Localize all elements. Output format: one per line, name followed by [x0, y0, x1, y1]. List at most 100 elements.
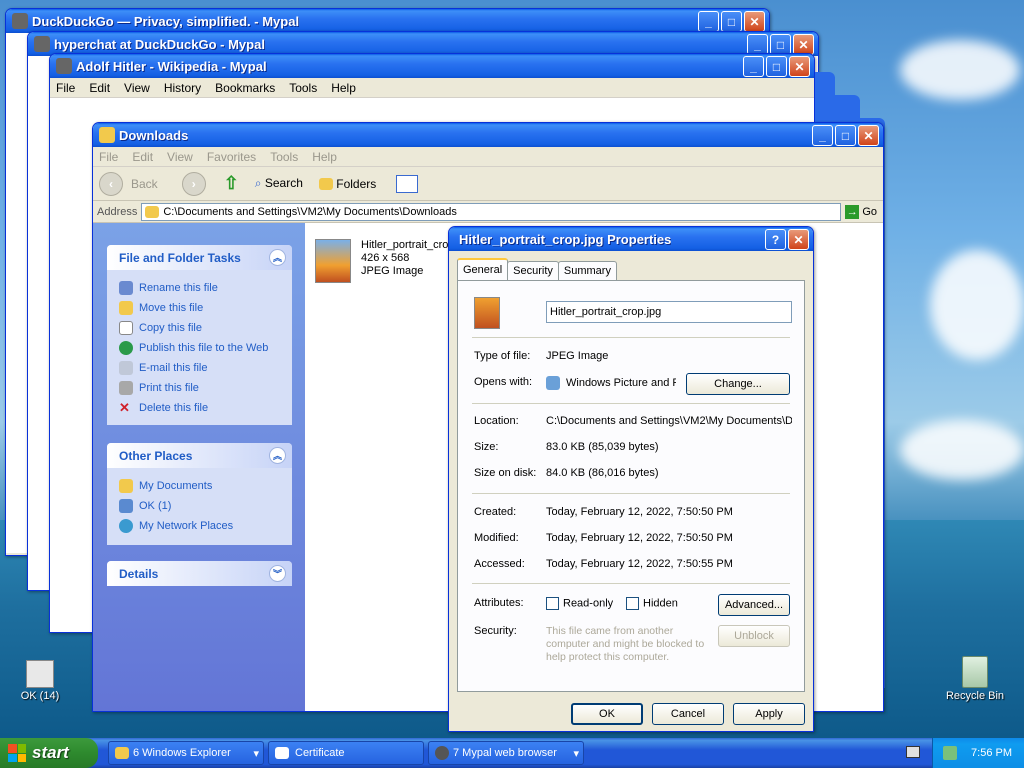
collapse-chevron-icon[interactable]: ︽ [269, 249, 286, 266]
menu-tools[interactable]: Tools [270, 150, 298, 164]
panel-header[interactable]: Details ︾ [107, 561, 292, 586]
type-label: Type of file: [474, 350, 531, 362]
task-print[interactable]: Print this file [119, 378, 292, 398]
tab-summary[interactable]: Summary [557, 261, 617, 280]
keyboard-icon[interactable] [906, 746, 920, 758]
window-title: Adolf Hitler - Wikipedia - Mypal [76, 58, 267, 74]
place-my-documents[interactable]: My Documents [119, 476, 292, 496]
close-button[interactable]: ✕ [744, 11, 765, 32]
apply-button[interactable]: Apply [733, 703, 805, 725]
menu-bookmarks[interactable]: Bookmarks [215, 81, 275, 95]
panel-title: Details [119, 566, 159, 581]
folder-icon [318, 178, 333, 191]
menu-history[interactable]: History [164, 81, 201, 95]
close-button[interactable]: ✕ [788, 229, 809, 250]
task-email[interactable]: E-mail this file [119, 358, 292, 378]
panel-title: File and Folder Tasks [119, 250, 241, 265]
maximize-button[interactable]: □ [835, 125, 856, 146]
desktop-icon-label: Recycle Bin [945, 690, 1005, 702]
group-arrow-icon: ▾ [573, 747, 579, 760]
menu-edit[interactable]: Edit [89, 81, 110, 95]
filename-input[interactable]: Hitler_portrait_crop.jpg [546, 301, 792, 323]
menu-tools[interactable]: Tools [289, 81, 317, 95]
up-folder-icon[interactable]: ⇧ [224, 173, 239, 194]
delete-x-icon: ✕ [119, 400, 130, 415]
task-move[interactable]: Move this file [119, 298, 292, 318]
go-button[interactable]: → Go [845, 204, 877, 219]
minimize-button[interactable]: _ [747, 34, 768, 55]
back-button[interactable]: Back [131, 177, 158, 191]
created-value: Today, February 12, 2022, 7:50:50 PM [546, 506, 733, 518]
close-button[interactable]: ✕ [858, 125, 879, 146]
change-button[interactable]: Change... [686, 373, 790, 395]
expand-chevron-icon[interactable]: ︾ [269, 565, 286, 582]
menu-view[interactable]: View [167, 150, 193, 164]
readonly-checkbox[interactable]: Read-only [546, 597, 613, 610]
maximize-button[interactable]: □ [770, 34, 791, 55]
titlebar[interactable]: DuckDuckGo — Privacy, simplified. - Mypa… [6, 9, 769, 33]
window-title: DuckDuckGo — Privacy, simplified. - Mypa… [32, 13, 300, 29]
email-icon [119, 361, 133, 375]
desktop-icon-recycle-bin[interactable]: Recycle Bin [942, 656, 1008, 702]
clock[interactable]: 7:56 PM [971, 747, 1012, 759]
views-icon[interactable] [396, 174, 419, 193]
file-item[interactable]: Hitler_portrait_cro 426 x 568 JPEG Image [315, 239, 448, 283]
minimize-button[interactable]: _ [743, 56, 764, 77]
collapse-chevron-icon[interactable]: ︽ [269, 447, 286, 464]
menu-help[interactable]: Help [331, 81, 356, 95]
maximize-button[interactable]: □ [766, 56, 787, 77]
address-bar: Address C:\Documents and Settings\VM2\My… [93, 201, 883, 223]
folder-icon [115, 747, 129, 759]
location-value: C:\Documents and Settings\VM2\My Documen… [546, 415, 792, 427]
search-button[interactable]: ⌕ Search [255, 176, 303, 191]
file-name: Hitler_portrait_cro [361, 239, 449, 251]
maximize-button[interactable]: □ [721, 11, 742, 32]
properties-dialog[interactable]: Hitler_portrait_crop.jpg Properties ? ✕ G… [448, 226, 814, 732]
desktop-cloud [930, 250, 1024, 360]
task-publish[interactable]: Publish this file to the Web [119, 338, 292, 358]
security-text: This file came from another computer and… [546, 625, 705, 663]
rename-icon [119, 281, 133, 295]
panel-header[interactable]: Other Places ︽ [107, 443, 292, 468]
tab-security[interactable]: Security [507, 261, 559, 280]
taskbar-item-mypal[interactable]: 7 Mypal web browser ▾ [428, 741, 584, 765]
task-rename[interactable]: Rename this file [119, 278, 292, 298]
desktop-icon-ok[interactable]: OK (14) [14, 660, 66, 702]
modified-value: Today, February 12, 2022, 7:50:50 PM [546, 532, 733, 544]
menu-view[interactable]: View [124, 81, 150, 95]
menu-help[interactable]: Help [312, 150, 337, 164]
folders-button[interactable]: Folders [318, 177, 376, 191]
minimize-button[interactable]: _ [698, 11, 719, 32]
network-tray-icon[interactable] [943, 746, 957, 760]
type-value: JPEG Image [546, 350, 609, 362]
close-button[interactable]: ✕ [793, 34, 814, 55]
taskbar-item-certificate[interactable]: Certificate [268, 741, 424, 765]
back-arrow-icon[interactable]: ‹ [99, 171, 123, 196]
minimize-button[interactable]: _ [812, 125, 833, 146]
place-ok[interactable]: OK (1) [119, 496, 292, 516]
titlebar[interactable]: Hitler_portrait_crop.jpg Properties ? ✕ [449, 227, 813, 251]
tab-general[interactable]: General [457, 258, 509, 280]
menu-edit[interactable]: Edit [132, 150, 153, 164]
help-button[interactable]: ? [765, 229, 786, 250]
close-button[interactable]: ✕ [789, 56, 810, 77]
ok-button[interactable]: OK [571, 703, 643, 725]
advanced-button[interactable]: Advanced... [718, 594, 790, 616]
menu-favorites[interactable]: Favorites [207, 150, 256, 164]
cancel-button[interactable]: Cancel [652, 703, 724, 725]
titlebar[interactable]: Downloads _ □ ✕ [93, 123, 883, 147]
menu-file[interactable]: File [99, 150, 118, 164]
taskbar-item-explorer[interactable]: 6 Windows Explorer ▾ [108, 741, 264, 765]
titlebar[interactable]: Adolf Hitler - Wikipedia - Mypal _ □ ✕ [50, 54, 814, 78]
address-input[interactable]: C:\Documents and Settings\VM2\My Documen… [141, 202, 842, 221]
menu-file[interactable]: File [56, 81, 75, 95]
hidden-checkbox[interactable]: Hidden [626, 597, 678, 610]
task-delete[interactable]: ✕ Delete this file [119, 398, 292, 418]
unblock-button[interactable]: Unblock [718, 625, 790, 647]
task-copy[interactable]: Copy this file [119, 318, 292, 338]
forward-arrow-icon[interactable]: › [181, 171, 206, 196]
place-network[interactable]: My Network Places [119, 516, 292, 536]
start-button[interactable]: start [0, 738, 98, 768]
tab-strip: General Security Summary [457, 258, 617, 280]
panel-header[interactable]: File and Folder Tasks ︽ [107, 245, 292, 270]
